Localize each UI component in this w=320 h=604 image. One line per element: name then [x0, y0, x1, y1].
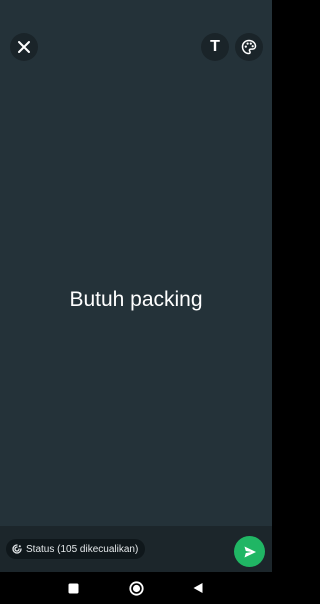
status-audience-label: Status (105 dikecualikan) [26, 543, 139, 555]
close-button[interactable] [10, 33, 38, 61]
status-text[interactable]: Butuh packing [0, 284, 272, 316]
triangle-back-icon [193, 583, 203, 593]
status-audience-chip[interactable]: Status (105 dikecualikan) [6, 539, 146, 559]
status-canvas[interactable]: T Butuh packing [0, 0, 272, 526]
square-recents-icon [68, 583, 78, 593]
text-style-button[interactable]: T [201, 33, 229, 61]
system-navigation-bar [0, 572, 272, 604]
background-color-button[interactable] [235, 33, 263, 61]
back-button[interactable] [188, 578, 208, 598]
text-tool-icon: T [210, 38, 220, 55]
status-privacy-icon [12, 544, 22, 554]
status-composer-bar: Status (105 dikecualikan) [0, 526, 272, 572]
recents-button[interactable] [63, 578, 83, 598]
circle-home-icon [128, 580, 144, 596]
close-icon [18, 41, 30, 53]
status-composer-screen: T Butuh packing Status (105 dikecualikan… [0, 0, 272, 604]
send-icon [244, 546, 256, 557]
home-button[interactable] [126, 578, 146, 598]
palette-icon [241, 39, 257, 55]
send-button[interactable] [234, 536, 265, 567]
